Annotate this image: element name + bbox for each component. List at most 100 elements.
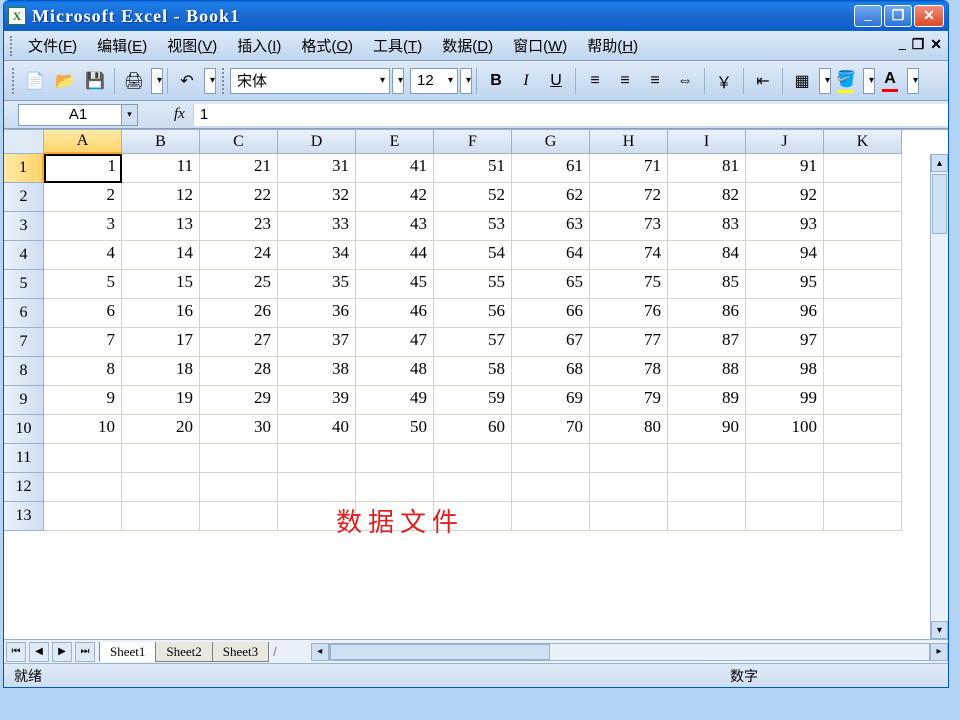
cell-J13[interactable]	[746, 502, 824, 531]
cell-E12[interactable]	[356, 473, 434, 502]
save-button[interactable]: 💾	[81, 67, 109, 95]
col-header-B[interactable]: B	[122, 130, 200, 154]
cell-A6[interactable]: 6	[44, 299, 122, 328]
font-name-combo[interactable]: 宋体 ▾	[230, 68, 390, 94]
vscroll-thumb[interactable]	[932, 174, 947, 234]
cell-E5[interactable]: 45	[356, 270, 434, 299]
menu-v[interactable]: 视图(V)	[167, 38, 217, 55]
col-header-E[interactable]: E	[356, 130, 434, 154]
cell-E9[interactable]: 49	[356, 386, 434, 415]
scroll-right-button[interactable]: ▸	[930, 643, 948, 661]
cell-I2[interactable]: 82	[668, 183, 746, 212]
cell-G10[interactable]: 70	[512, 415, 590, 444]
cell-J1[interactable]: 91	[746, 154, 824, 183]
cell-B10[interactable]: 20	[122, 415, 200, 444]
formula-input[interactable]: 1	[193, 104, 948, 126]
fill-color-button[interactable]: 🪣	[832, 67, 860, 95]
cell-I5[interactable]: 85	[668, 270, 746, 299]
cell-H7[interactable]: 77	[590, 328, 668, 357]
cell-G13[interactable]	[512, 502, 590, 531]
cell-G8[interactable]: 68	[512, 357, 590, 386]
decrease-indent-button[interactable]: ⇤	[749, 67, 777, 95]
cell-B13[interactable]	[122, 502, 200, 531]
col-header-I[interactable]: I	[668, 130, 746, 154]
row-header-12[interactable]: 12	[4, 473, 44, 502]
cell-I4[interactable]: 84	[668, 241, 746, 270]
italic-button[interactable]: I	[512, 67, 540, 95]
menu-o[interactable]: 格式(O)	[301, 38, 353, 55]
cell-K8[interactable]	[824, 357, 902, 386]
maximize-button[interactable]: ❐	[884, 5, 912, 27]
cell-E1[interactable]: 41	[356, 154, 434, 183]
menu-grip[interactable]	[10, 36, 14, 56]
row-header-13[interactable]: 13	[4, 502, 44, 531]
cell-C3[interactable]: 23	[200, 212, 278, 241]
borders-dropdown[interactable]: ▾	[819, 68, 831, 94]
fx-label[interactable]: fx	[174, 106, 185, 123]
cell-B9[interactable]: 19	[122, 386, 200, 415]
cell-K2[interactable]	[824, 183, 902, 212]
currency-button[interactable]: ￥	[710, 67, 738, 95]
col-header-H[interactable]: H	[590, 130, 668, 154]
name-box[interactable]: A1 ▾	[18, 104, 138, 126]
cell-H12[interactable]	[590, 473, 668, 502]
cell-G1[interactable]: 61	[512, 154, 590, 183]
cell-E10[interactable]: 50	[356, 415, 434, 444]
cell-I7[interactable]: 87	[668, 328, 746, 357]
cell-K11[interactable]	[824, 444, 902, 473]
col-header-F[interactable]: F	[434, 130, 512, 154]
tab-nav-last[interactable]: ⏭	[75, 642, 95, 662]
cell-D13[interactable]	[278, 502, 356, 531]
row-header-4[interactable]: 4	[4, 241, 44, 270]
cell-C2[interactable]: 22	[200, 183, 278, 212]
cell-G12[interactable]	[512, 473, 590, 502]
cell-A13[interactable]	[44, 502, 122, 531]
cell-I3[interactable]: 83	[668, 212, 746, 241]
tab-nav-first[interactable]: ⏮	[6, 642, 26, 662]
cell-H1[interactable]: 71	[590, 154, 668, 183]
cell-J5[interactable]: 95	[746, 270, 824, 299]
cell-C9[interactable]: 29	[200, 386, 278, 415]
cell-F5[interactable]: 55	[434, 270, 512, 299]
cell-F12[interactable]	[434, 473, 512, 502]
cell-A2[interactable]: 2	[44, 183, 122, 212]
sheet-tab-sheet3[interactable]: Sheet3	[212, 642, 269, 662]
scroll-up-button[interactable]: ▴	[931, 154, 948, 172]
cell-D3[interactable]: 33	[278, 212, 356, 241]
cell-A8[interactable]: 8	[44, 357, 122, 386]
row-header-6[interactable]: 6	[4, 299, 44, 328]
cell-C12[interactable]	[200, 473, 278, 502]
cell-B11[interactable]	[122, 444, 200, 473]
cell-J8[interactable]: 98	[746, 357, 824, 386]
sheet-tab-sheet1[interactable]: Sheet1	[99, 642, 156, 662]
cell-J11[interactable]	[746, 444, 824, 473]
cell-E3[interactable]: 43	[356, 212, 434, 241]
hscroll-track[interactable]	[329, 643, 930, 661]
cell-K12[interactable]	[824, 473, 902, 502]
cell-D5[interactable]: 35	[278, 270, 356, 299]
open-button[interactable]: 📂	[51, 67, 79, 95]
cell-C6[interactable]: 26	[200, 299, 278, 328]
row-header-2[interactable]: 2	[4, 183, 44, 212]
cell-I12[interactable]	[668, 473, 746, 502]
cell-D6[interactable]: 36	[278, 299, 356, 328]
sheet-tab-sheet2[interactable]: Sheet2	[155, 642, 212, 662]
cell-A10[interactable]: 10	[44, 415, 122, 444]
cell-H10[interactable]: 80	[590, 415, 668, 444]
cell-C4[interactable]: 24	[200, 241, 278, 270]
cell-G6[interactable]: 66	[512, 299, 590, 328]
cell-J4[interactable]: 94	[746, 241, 824, 270]
col-header-K[interactable]: K	[824, 130, 902, 154]
minimize-button[interactable]: _	[854, 5, 882, 27]
cell-J12[interactable]	[746, 473, 824, 502]
new-button[interactable]: 📄	[21, 67, 49, 95]
undo-button[interactable]: ↶	[173, 67, 201, 95]
cell-D10[interactable]: 40	[278, 415, 356, 444]
cell-A4[interactable]: 4	[44, 241, 122, 270]
cell-K10[interactable]	[824, 415, 902, 444]
cell-G11[interactable]	[512, 444, 590, 473]
row-header-3[interactable]: 3	[4, 212, 44, 241]
undo-dropdown[interactable]: ▾	[204, 68, 216, 94]
cell-K4[interactable]	[824, 241, 902, 270]
cell-A9[interactable]: 9	[44, 386, 122, 415]
